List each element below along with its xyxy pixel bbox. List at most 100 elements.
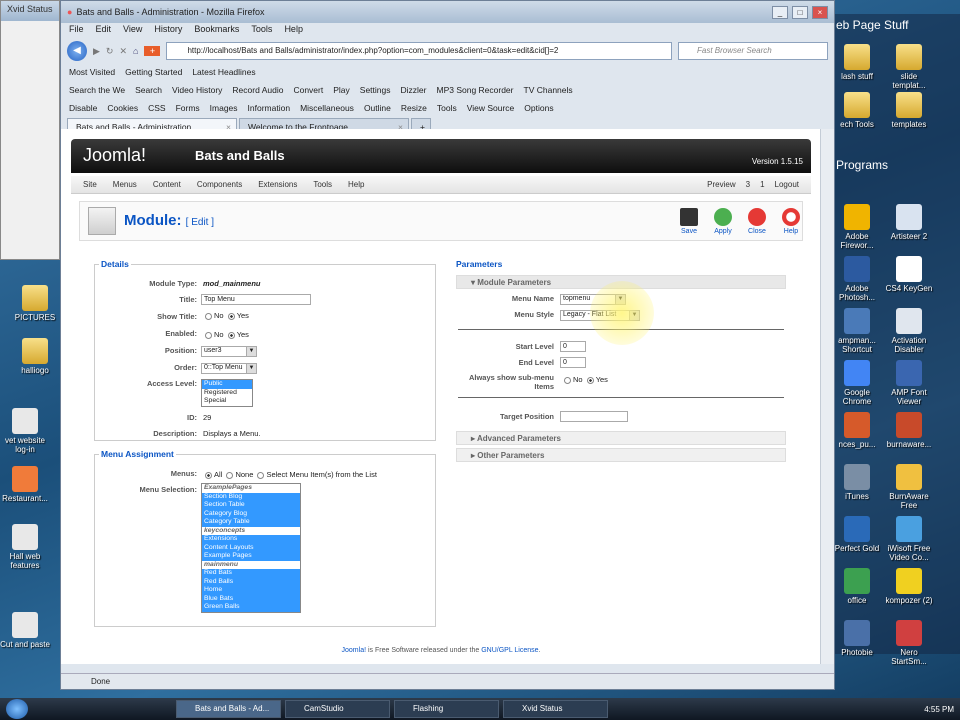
desktop-icon[interactable]: Artisteer 2 [884, 204, 934, 241]
toolbar-item[interactable]: Dizzler [401, 85, 427, 95]
joomla-menu-components[interactable]: Components [197, 180, 242, 189]
joomla-menu-help[interactable]: Help [348, 180, 364, 189]
messages-count[interactable]: 3 [746, 180, 750, 189]
menu-item-view[interactable]: View [123, 24, 142, 38]
apply-button[interactable]: Apply [708, 208, 738, 235]
joomla-menu-extensions[interactable]: Extensions [258, 180, 297, 189]
toolbar-item[interactable]: Images [210, 103, 238, 113]
logout-link[interactable]: Logout [775, 180, 799, 189]
desktop-icon[interactable]: AMP Font Viewer [884, 360, 934, 406]
menu-option[interactable]: Category Table [202, 518, 300, 527]
maximize-button[interactable]: □ [792, 5, 808, 19]
forward-button[interactable]: ▶ [93, 46, 100, 57]
home-icon[interactable]: ⌂ [133, 46, 138, 56]
desktop-icon[interactable]: CS4 KeyGen [884, 256, 934, 293]
joomla-menu-tools[interactable]: Tools [313, 180, 332, 189]
save-button[interactable]: Save [674, 208, 704, 235]
reload-icon[interactable]: ↻ [106, 46, 114, 57]
toolbar-item[interactable]: Disable [69, 103, 97, 113]
toolbar-item[interactable]: Cookies [107, 103, 138, 113]
toolbar-item[interactable]: Video History [172, 85, 222, 95]
taskbar-flashing[interactable]: Flashing [394, 700, 499, 718]
search-box[interactable]: Fast Browser Search [678, 42, 828, 60]
bookmark-item[interactable]: Most Visited [69, 67, 115, 77]
menu-option[interactable]: Red Bats [202, 569, 300, 578]
target-position-input[interactable] [560, 411, 628, 422]
joomla-menu-content[interactable]: Content [153, 180, 181, 189]
desktop-icon-hall[interactable]: Hall web features [0, 524, 50, 570]
menu-option[interactable]: Category Blog [202, 509, 300, 518]
enabled-yes[interactable] [227, 331, 235, 339]
advanced-parameters-header[interactable]: ▸ Advanced Parameters [456, 431, 786, 445]
start-level-input[interactable]: 0 [560, 341, 586, 352]
desktop-icon-halliogo[interactable]: halliogo [10, 338, 60, 375]
desktop-icon[interactable]: Perfect Gold [832, 516, 882, 553]
joomla-menu-menus[interactable]: Menus [113, 180, 137, 189]
menu-option[interactable]: Section Blog [202, 492, 300, 501]
desktop-icon[interactable]: slide templat... [884, 44, 934, 90]
toolbar-item[interactable]: Search the We [69, 85, 125, 95]
desktop-icon-pictures[interactable]: PICTURES [10, 285, 60, 322]
joomla-link[interactable]: Joomla! [342, 647, 367, 654]
end-level-input[interactable]: 0 [560, 357, 586, 368]
desktop-icon-cut[interactable]: Cut and paste [0, 612, 50, 649]
menu-option[interactable]: Red Balls [202, 577, 300, 586]
desktop-icon[interactable]: lash stuff [832, 44, 882, 81]
show-title-yes[interactable] [227, 312, 235, 320]
other-parameters-header[interactable]: ▸ Other Parameters [456, 448, 786, 462]
menu-item-edit[interactable]: Edit [96, 24, 112, 38]
toolbar-item[interactable]: TV Channels [524, 85, 573, 95]
close-window-button[interactable]: × [812, 5, 828, 19]
desktop-icon[interactable]: Adobe Photosh... [832, 256, 882, 302]
toolbar-item[interactable]: View Source [467, 103, 515, 113]
menu-option[interactable]: Content Layouts [202, 543, 300, 552]
desktop-icon[interactable]: templates [884, 92, 934, 129]
menu-item-file[interactable]: File [69, 24, 84, 38]
toolbar-item[interactable]: Record Audio [232, 85, 283, 95]
menu-item-help[interactable]: Help [284, 24, 303, 38]
menus-select-radio[interactable] [257, 471, 265, 479]
taskbar-firefox[interactable]: Bats and Balls - Ad... [176, 700, 281, 718]
desktop-icon[interactable]: Google Chrome [832, 360, 882, 406]
position-select[interactable]: user3 ▼ [201, 346, 257, 357]
menu-option[interactable]: Blue Bats [202, 594, 300, 603]
desktop-icon[interactable]: kompozer (2) [884, 568, 934, 605]
menu-option[interactable]: Green Balls [202, 603, 300, 612]
stop-icon[interactable]: ✕ [119, 46, 127, 57]
toolbar-item[interactable]: Tools [437, 103, 457, 113]
desktop-icon[interactable]: burnaware... [884, 412, 934, 449]
toolbar-item[interactable]: Play [333, 85, 350, 95]
toolbar-item[interactable]: Miscellaneous [300, 103, 354, 113]
back-button[interactable]: ◀ [67, 41, 87, 61]
menus-none-radio[interactable] [226, 471, 234, 479]
toolbar-item[interactable]: Information [248, 103, 291, 113]
menu-option[interactable]: Extensions [202, 535, 300, 544]
minimize-button[interactable]: _ [772, 5, 788, 19]
gpl-link[interactable]: GNU/GPL License [481, 647, 538, 654]
taskbar-xvid[interactable]: Xvid Status [503, 700, 608, 718]
toolbar-item[interactable]: MP3 Song Recorder [436, 85, 513, 95]
access-option[interactable]: Public [202, 380, 252, 389]
desktop-icon-restaurant[interactable]: Restaurant... [0, 466, 50, 503]
bookmark-item[interactable]: Getting Started [125, 67, 182, 77]
desktop-icon[interactable]: nces_pu... [832, 412, 882, 449]
desktop-icon[interactable]: iTunes [832, 464, 882, 501]
toolbar-item[interactable]: Resize [401, 103, 427, 113]
desktop-icon[interactable]: iWisoft Free Video Co... [884, 516, 934, 562]
toolbar-item[interactable]: Options [524, 103, 553, 113]
menu-item-history[interactable]: History [154, 24, 182, 38]
menu-option[interactable]: Home [202, 586, 300, 595]
desktop-icon-vet[interactable]: vet website log-in [0, 408, 50, 454]
taskbar-camstudio[interactable]: CamStudio [285, 700, 390, 718]
desktop-icon[interactable]: Activation Disabler [884, 308, 934, 354]
menu-selection-list[interactable]: ExamplePages Section Blog Section Table Cat… [201, 483, 301, 613]
toolbar-item[interactable]: CSS [148, 103, 165, 113]
menu-item-tools[interactable]: Tools [251, 24, 272, 38]
access-list[interactable]: Public Registered Special [201, 379, 253, 407]
desktop-icon[interactable]: BurnAware Free [884, 464, 934, 510]
toolbar-item[interactable]: Forms [176, 103, 200, 113]
always-no-radio[interactable] [564, 376, 571, 384]
order-select[interactable]: 0::Top Menu ▼ [201, 363, 257, 374]
vertical-scrollbar[interactable] [820, 129, 834, 664]
xvid-status-window[interactable]: Xvid Status [0, 0, 60, 260]
